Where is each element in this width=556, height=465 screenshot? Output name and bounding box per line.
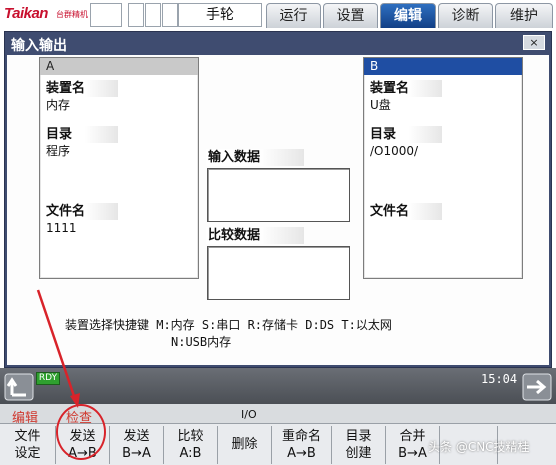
shortcut-hint-line1: 装置选择快捷键 M:内存 S:串口 R:存储卡 D:DS T:以太网 bbox=[65, 318, 392, 332]
panel-a-dir-label: 目录 bbox=[44, 126, 118, 143]
softkey-create-dir[interactable]: 目录 创建 bbox=[332, 426, 386, 464]
panel-a-file-value[interactable]: 1111 bbox=[46, 220, 77, 236]
shortcut-hint-line2: N:USB内存 bbox=[171, 335, 232, 349]
window-body: A 装置名 内存 目录 程序 文件名 1111 输入数据 比较数据 B 装置名 … bbox=[7, 55, 549, 365]
ready-indicator: RDY bbox=[36, 372, 60, 385]
softkey-sublabel: A:B bbox=[179, 446, 202, 461]
panel-a-file-label: 文件名 bbox=[44, 203, 118, 220]
softkey-sublabel: A→B bbox=[68, 446, 97, 461]
device-panel-b[interactable]: B 装置名 U盘 目录 /O1000/ 文件名 bbox=[363, 57, 523, 279]
logo-subtext: 台群精机 bbox=[56, 10, 88, 19]
window-title: 输入输出 bbox=[11, 38, 67, 54]
function-context-row: 编辑 检查 I/O bbox=[0, 404, 556, 426]
softkey-label: 比较 bbox=[177, 429, 204, 444]
panel-b-device-value[interactable]: U盘 bbox=[370, 97, 391, 113]
status-cell bbox=[90, 3, 122, 27]
clock: 15:04 bbox=[481, 372, 518, 386]
device-panel-a[interactable]: A 装置名 内存 目录 程序 文件名 1111 bbox=[39, 57, 199, 279]
panel-a-dir-value[interactable]: 程序 bbox=[46, 143, 70, 159]
panel-a-device-label: 装置名 bbox=[44, 80, 118, 97]
next-arrow-icon[interactable] bbox=[522, 373, 552, 401]
brand-logo: Taikan 台群精机 bbox=[2, 2, 88, 26]
panel-a-device-value[interactable]: 内存 bbox=[46, 97, 70, 113]
softkey-label: 删除 bbox=[231, 437, 258, 452]
panel-b-file-label: 文件名 bbox=[368, 203, 442, 220]
tab-setup[interactable]: 设置 bbox=[323, 3, 378, 28]
tab-maintain[interactable]: 维护 bbox=[495, 3, 553, 28]
logo-text: Taikan bbox=[4, 5, 48, 22]
panel-b-dir-value[interactable]: /O1000/ bbox=[370, 143, 418, 159]
top-bar: Taikan 台群精机 手轮 运行 设置 编辑 诊断 维护 bbox=[0, 0, 556, 30]
status-cell bbox=[162, 3, 178, 27]
panel-b-device-label: 装置名 bbox=[368, 80, 442, 97]
tab-edit[interactable]: 编辑 bbox=[380, 3, 436, 28]
softkey-sublabel: 设定 bbox=[14, 446, 41, 461]
close-button[interactable]: × bbox=[523, 35, 545, 50]
status-cell bbox=[145, 3, 161, 27]
softkey-sublabel: A→B bbox=[287, 446, 316, 461]
input-data-box bbox=[207, 168, 350, 222]
softkey-file-setup[interactable]: 文件 设定 bbox=[0, 426, 56, 464]
compare-data-box bbox=[207, 246, 350, 300]
panel-a-header: A bbox=[40, 58, 198, 75]
input-data-label: 输入数据 bbox=[206, 149, 304, 166]
panel-b-dir-label: 目录 bbox=[368, 126, 442, 143]
return-arrow-icon[interactable] bbox=[4, 373, 34, 401]
softkey-send-b-to-a[interactable]: 发送 B→A bbox=[110, 426, 164, 464]
softkey-delete[interactable]: 删除 bbox=[218, 426, 272, 464]
softkey-label: 发送 bbox=[69, 429, 96, 444]
softkey-label: 发送 bbox=[123, 429, 150, 444]
softkey-sublabel: 创建 bbox=[345, 446, 372, 461]
softkey-sublabel: B→A bbox=[122, 446, 151, 461]
compare-data-label: 比较数据 bbox=[206, 227, 304, 244]
softkey-rename[interactable]: 重命名 A→B bbox=[272, 426, 332, 464]
softkey-compare[interactable]: 比较 A:B bbox=[164, 426, 218, 464]
tab-diagnose[interactable]: 诊断 bbox=[438, 3, 493, 28]
watermark: 头条 @CNC技精桂 bbox=[428, 440, 530, 454]
close-icon: × bbox=[529, 36, 539, 49]
status-cell bbox=[128, 3, 144, 27]
tab-run[interactable]: 运行 bbox=[266, 3, 321, 28]
softkey-label: 合并 bbox=[399, 429, 426, 444]
context-io: I/O bbox=[241, 408, 257, 421]
status-bar: RDY 15:04 bbox=[0, 368, 556, 404]
softkey-label: 重命名 bbox=[281, 429, 321, 444]
softkey-label: 目录 bbox=[345, 429, 372, 444]
softkey-send-a-to-b[interactable]: 发送 A→B bbox=[56, 426, 110, 464]
softkey-label: 文件 bbox=[14, 429, 41, 444]
io-window: 输入输出 × A 装置名 内存 目录 程序 文件名 1111 输入数据 比较数据… bbox=[4, 31, 552, 368]
panel-b-header: B bbox=[364, 58, 522, 75]
operation-mode: 手轮 bbox=[178, 3, 262, 27]
